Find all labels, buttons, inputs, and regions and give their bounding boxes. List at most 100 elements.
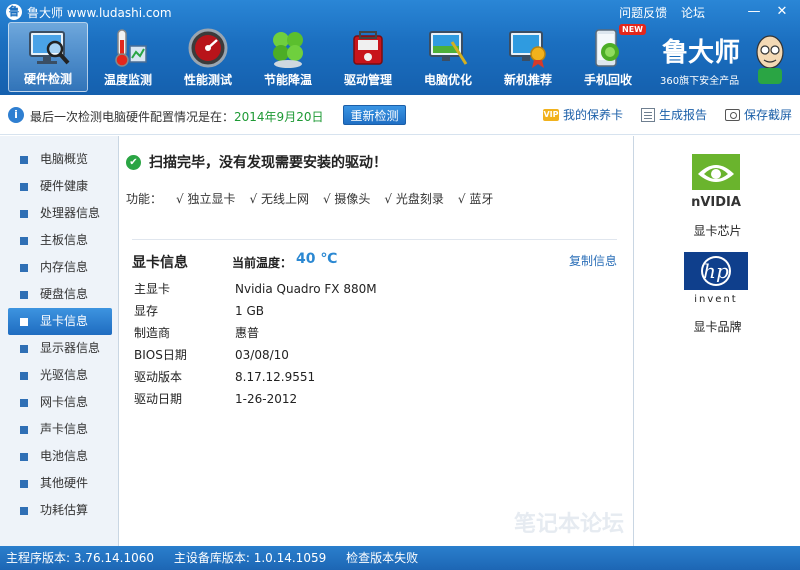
copy-info-link[interactable]: 复制信息 <box>569 252 617 269</box>
bullet-icon <box>20 291 28 299</box>
sidebar-item-label: 显示器信息 <box>40 341 101 355</box>
feature-item: √ 独立显卡 <box>176 192 236 206</box>
feature-item: √ 无线上网 <box>249 192 309 206</box>
main-panel: ✔ 扫描完毕，没有发现需要安装的驱动！ 功能： √ 独立显卡 √ 无线上网 √ … <box>120 136 632 546</box>
award-monitor-icon <box>509 31 546 68</box>
nav-energy-save[interactable]: 节能降温 <box>248 22 328 92</box>
nav-driver-manage[interactable]: 驱动管理 <box>328 22 408 92</box>
camera-icon <box>724 108 740 121</box>
svg-text:hp: hp <box>703 259 729 283</box>
bullet-icon <box>20 426 28 434</box>
nav-phone-recycle[interactable]: NEW 手机回收 <box>568 22 648 92</box>
sidebar-item-network[interactable]: 网卡信息 <box>0 389 118 416</box>
row-value: 8.17.12.9551 <box>235 370 316 384</box>
table-row: 显存 1 GB <box>134 300 377 322</box>
close-button[interactable]: ✕ <box>768 2 796 22</box>
sidebar-item-label: 电池信息 <box>40 449 89 463</box>
row-value: 03/08/10 <box>235 348 289 362</box>
nav-label: 性能测试 <box>183 73 232 87</box>
feature-item: √ 蓝牙 <box>457 192 494 206</box>
row-key: 驱动版本 <box>134 370 183 384</box>
sidebar-item-other[interactable]: 其他硬件 <box>0 470 118 497</box>
sidebar-item-label: 处理器信息 <box>40 206 101 220</box>
bullet-icon <box>20 237 28 245</box>
sidebar-item-battery[interactable]: 电池信息 <box>0 443 118 470</box>
sidebar-item-memory[interactable]: 内存信息 <box>0 254 118 281</box>
save-screenshot-button[interactable]: 保存截屏 <box>724 106 792 123</box>
top-bar: 鲁 鲁大师 www.ludashi.com 问题反馈 论坛 — ✕ 硬件检测 温… <box>0 0 800 95</box>
sidebar-item-label: 光驱信息 <box>40 368 89 382</box>
feature-item: √ 摄像头 <box>322 192 371 206</box>
sidebar-item-monitor[interactable]: 显示器信息 <box>0 335 118 362</box>
bullet-icon <box>20 453 28 461</box>
vendor-panel: nVIDIA 显卡芯片 hp invent 显卡品牌 <box>633 136 800 546</box>
nav-label: 手机回收 <box>583 73 632 87</box>
bullet-icon <box>20 507 28 515</box>
sidebar-item-label: 网卡信息 <box>40 395 89 409</box>
sidebar-item-disk[interactable]: 硬盘信息 <box>0 281 118 308</box>
main-version-text: 主程序版本: 3.76.14.1060 <box>6 551 155 565</box>
speedometer-icon <box>188 28 228 68</box>
sidebar-item-overview[interactable]: 电脑概览 <box>0 146 118 173</box>
sidebar-item-label: 内存信息 <box>40 260 89 274</box>
status-bar: 主程序版本: 3.76.14.1060 主设备库版本: 1.0.14.1059 … <box>0 546 800 570</box>
toolbox-icon <box>353 31 383 65</box>
sidebar-item-graphics[interactable]: 显卡信息 <box>8 308 112 335</box>
nav-label: 硬件检测 <box>23 72 72 86</box>
row-value: Nvidia Quadro FX 880M <box>235 282 377 296</box>
svg-text:nVIDIA: nVIDIA <box>691 195 741 210</box>
nav-pc-optimize[interactable]: 电脑优化 <box>408 22 488 92</box>
nav-temperature[interactable]: 温度监测 <box>88 22 168 92</box>
gpu-info-table: 主显卡 Nvidia Quadro FX 880M 显存 1 GB 制造商 惠普 BI… <box>134 278 377 410</box>
title-links: 问题反馈 论坛 <box>609 4 705 21</box>
sidebar-item-label: 功耗估算 <box>40 503 89 517</box>
features-label: 功能： <box>126 192 163 206</box>
row-key: 驱动日期 <box>134 392 183 406</box>
info-icon: i <box>8 107 24 123</box>
sidebar-item-sound[interactable]: 声卡信息 <box>0 416 118 443</box>
check-icon: ✔ <box>126 154 141 170</box>
sidebar: 电脑概览 硬件健康 处理器信息 主板信息 内存信息 硬盘信息 显卡信息 显示器信… <box>0 136 119 546</box>
generate-report-button[interactable]: 生成报告 <box>640 106 707 123</box>
row-value: 1-26-2012 <box>235 392 298 406</box>
bullet-icon <box>20 480 28 488</box>
optimize-icon <box>429 31 468 65</box>
bullet-icon <box>20 345 28 353</box>
bullet-icon <box>20 264 28 272</box>
bullet-icon <box>20 210 28 218</box>
sidebar-item-label: 主板信息 <box>40 233 89 247</box>
feature-list: 功能： √ 独立显卡 √ 无线上网 √ 摄像头 √ 光盘刻录 √ 蓝牙 <box>126 190 493 207</box>
vip-icon: VIP <box>542 108 559 121</box>
sidebar-item-health[interactable]: 硬件健康 <box>0 173 118 200</box>
sidebar-item-optical[interactable]: 光驱信息 <box>0 362 118 389</box>
bullet-icon <box>20 372 28 380</box>
nav-hardware-detect[interactable]: 硬件检测 <box>8 22 88 92</box>
row-key: 显存 <box>134 304 159 318</box>
sidebar-item-cpu[interactable]: 处理器信息 <box>0 200 118 227</box>
bullet-icon <box>20 399 28 407</box>
last-check-text: 最后一次检测电脑硬件配置情况是在：2014年9月20日 <box>30 108 323 125</box>
feedback-link[interactable]: 问题反馈 <box>619 6 667 20</box>
table-row: BIOS日期 03/08/10 <box>134 344 377 366</box>
forum-link[interactable]: 论坛 <box>681 6 705 20</box>
nav-label: 驱动管理 <box>343 73 392 87</box>
sidebar-item-power[interactable]: 功耗估算 <box>0 497 118 524</box>
phone-recycle-icon <box>595 29 619 67</box>
nav-new-pc[interactable]: 新机推荐 <box>488 22 568 92</box>
bullet-icon <box>20 183 28 191</box>
sidebar-item-label: 其他硬件 <box>40 476 89 490</box>
hp-logo-icon: hp invent <box>684 252 748 304</box>
table-row: 主显卡 Nvidia Quadro FX 880M <box>134 278 377 300</box>
mascot-icon <box>756 35 784 84</box>
app-logo-icon: 鲁 <box>6 4 22 20</box>
generate-report-label: 生成报告 <box>658 108 707 122</box>
recheck-button[interactable]: 重新检测 <box>343 105 406 125</box>
device-db-version-text: 主设备库版本: 1.0.14.1059 <box>173 551 327 565</box>
title-row: 鲁 鲁大师 www.ludashi.com 问题反馈 论坛 — ✕ <box>0 0 800 24</box>
sidebar-item-label: 声卡信息 <box>40 422 89 436</box>
minimize-button[interactable]: — <box>740 2 768 22</box>
temperature-value: 40 ℃ <box>296 251 338 267</box>
nav-performance[interactable]: 性能测试 <box>168 22 248 92</box>
sidebar-item-motherboard[interactable]: 主板信息 <box>0 227 118 254</box>
maintenance-card-button[interactable]: VIP 我的保养卡 <box>542 106 623 123</box>
